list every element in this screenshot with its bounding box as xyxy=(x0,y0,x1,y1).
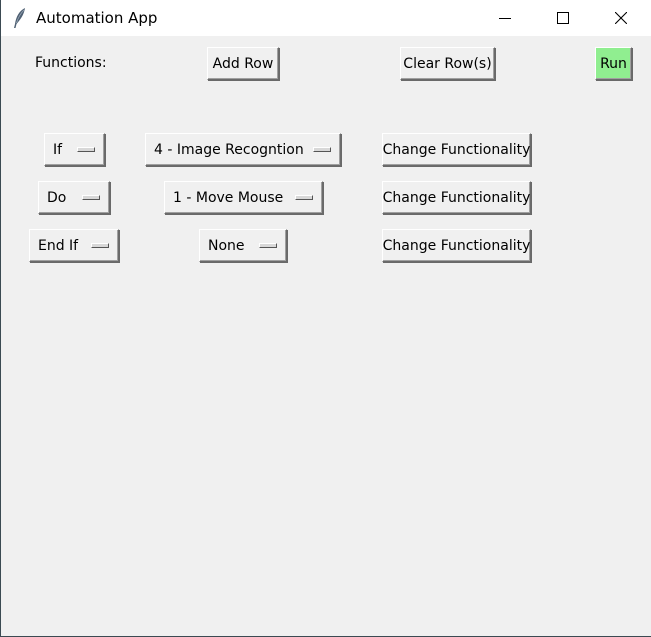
dropdown-indicator-icon xyxy=(313,146,331,152)
change-functionality-button[interactable]: Change Functionality xyxy=(382,229,531,262)
row-type-dropdown[interactable]: Do xyxy=(38,181,110,214)
row-type-value: Do xyxy=(47,189,67,206)
row-function-value: None xyxy=(208,237,245,254)
run-button[interactable]: Run xyxy=(595,47,632,80)
row-function-value: 4 - Image Recogntion xyxy=(154,141,304,158)
title-bar[interactable]: Automation App xyxy=(1,0,651,36)
row-function-value: 1 - Move Mouse xyxy=(173,189,284,206)
minimize-button[interactable] xyxy=(476,0,534,36)
add-row-button[interactable]: Add Row xyxy=(207,47,279,80)
maximize-icon xyxy=(557,12,569,24)
row-type-dropdown[interactable]: If xyxy=(44,133,105,166)
row-type-value: End If xyxy=(38,237,79,254)
dropdown-indicator-icon xyxy=(82,194,100,200)
dropdown-indicator-icon xyxy=(77,146,95,152)
window-title: Automation App xyxy=(36,9,158,27)
row-type-dropdown[interactable]: End If xyxy=(29,229,119,262)
close-button[interactable] xyxy=(592,0,650,36)
app-window: Automation App Functions: Add Row Clear … xyxy=(0,0,651,637)
dropdown-indicator-icon xyxy=(259,242,277,248)
row-function-dropdown[interactable]: None xyxy=(199,229,287,262)
close-icon xyxy=(615,12,627,24)
change-functionality-button[interactable]: Change Functionality xyxy=(382,133,531,166)
row-function-dropdown[interactable]: 4 - Image Recogntion xyxy=(145,133,341,166)
clear-rows-button[interactable]: Clear Row(s) xyxy=(400,47,495,80)
dropdown-indicator-icon xyxy=(91,242,109,248)
feather-icon xyxy=(14,8,25,28)
dropdown-indicator-icon xyxy=(295,194,313,200)
row-function-dropdown[interactable]: 1 - Move Mouse xyxy=(164,181,323,214)
change-functionality-button[interactable]: Change Functionality xyxy=(382,181,531,214)
minimize-icon xyxy=(499,18,511,19)
functions-label: Functions: xyxy=(35,55,107,71)
maximize-button[interactable] xyxy=(534,0,592,36)
row-type-value: If xyxy=(53,141,63,158)
